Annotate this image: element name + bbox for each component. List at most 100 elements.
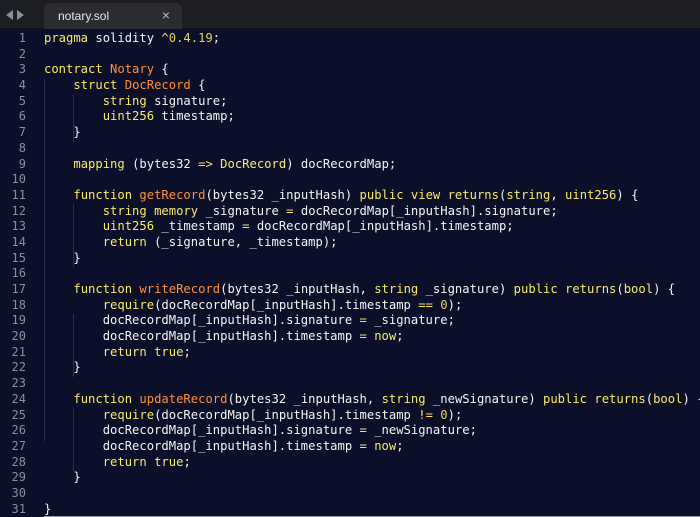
code-token: } xyxy=(44,470,81,485)
code-token: true xyxy=(154,454,184,469)
code-token: _signature) xyxy=(418,282,514,296)
code-line[interactable]: uint256 _timestamp = docRecordMap[_input… xyxy=(44,219,700,235)
code-line[interactable]: function getRecord(bytes32 _inputHash) p… xyxy=(44,188,700,204)
code-line[interactable]: function writeRecord(bytes32 _inputHash,… xyxy=(44,282,700,298)
line-number: 12 xyxy=(11,203,26,218)
line-number: 1 xyxy=(18,31,26,45)
line-number: 19 xyxy=(11,313,26,328)
code-line[interactable]: string memory _signature = docRecordMap[… xyxy=(44,204,700,220)
code-token: ( xyxy=(616,282,624,296)
code-token: uint256 xyxy=(102,109,155,124)
code-line[interactable]: pragma solidity ^0.4.19; xyxy=(44,31,700,47)
line-number: 2 xyxy=(18,46,26,61)
code-line[interactable]: function updateRecord(bytes32 _inputHash… xyxy=(44,392,700,408)
code-line[interactable]: } xyxy=(44,470,700,486)
code-line[interactable] xyxy=(44,172,700,188)
line-number: 11 xyxy=(11,187,26,202)
code-token: = xyxy=(286,203,294,218)
code-line[interactable]: } xyxy=(44,360,700,376)
code-token: docRecordMap[_inputHash].timestamp xyxy=(44,329,360,344)
code-token: updateRecord xyxy=(139,391,228,406)
code-token: != xyxy=(418,407,433,422)
code-token: now xyxy=(374,438,397,453)
code-line[interactable] xyxy=(44,47,700,63)
code-token: _newSignature) xyxy=(425,391,543,406)
code-line[interactable]: return (_signature, _timestamp); xyxy=(44,235,700,251)
code-token: ; xyxy=(212,31,221,45)
code-line[interactable]: contract Notary { xyxy=(44,62,700,78)
code-line[interactable] xyxy=(44,376,700,392)
code-line[interactable]: return true; xyxy=(44,455,700,471)
code-line[interactable] xyxy=(44,266,700,282)
code-line[interactable]: } xyxy=(44,251,700,267)
close-icon[interactable]: × xyxy=(162,7,170,23)
code-token: mapping xyxy=(73,156,125,171)
code-token: ; xyxy=(396,329,404,344)
line-number: 7 xyxy=(18,125,26,140)
code-token: docRecordMap[_inputHash].timestamp xyxy=(44,438,360,453)
line-number: 29 xyxy=(11,470,26,485)
code-token: { xyxy=(190,78,206,93)
tab-bar: notary.sol × xyxy=(0,0,700,29)
code-lines[interactable]: pragma solidity ^0.4.19; contract Notary … xyxy=(44,29,700,517)
code-token: bool xyxy=(653,391,683,406)
code-line[interactable]: require(docRecordMap[_inputHash].timesta… xyxy=(44,298,700,314)
code-token: ); xyxy=(447,407,463,422)
code-token: require xyxy=(102,297,155,312)
code-line[interactable]: } xyxy=(44,502,700,517)
code-line[interactable]: require(docRecordMap[_inputHash].timesta… xyxy=(44,408,700,424)
code-token: string xyxy=(506,187,551,202)
code-token: string xyxy=(374,282,419,296)
chevron-left-icon[interactable] xyxy=(6,10,13,20)
code-token: } xyxy=(44,250,81,265)
line-number: 26 xyxy=(11,423,26,438)
code-editor[interactable]: 1 2 3 4 5 6 7 8 9 10 11 12 13 14 15 16 17 18 19 20 21 22 23 24 2… xyxy=(0,29,700,516)
code-line[interactable]: docRecordMap[_inputHash].timestamp = now… xyxy=(44,329,700,345)
code-token: getRecord xyxy=(139,187,206,202)
code-token: (bytes32 _inputHash) xyxy=(205,187,360,202)
code-token: } xyxy=(44,360,81,375)
code-token: return xyxy=(102,454,147,469)
code-line[interactable] xyxy=(44,486,700,502)
code-line[interactable]: docRecordMap[_inputHash].signature = _ne… xyxy=(44,423,700,439)
chevron-right-icon[interactable] xyxy=(17,10,24,20)
code-line[interactable]: docRecordMap[_inputHash].signature = _si… xyxy=(44,313,700,329)
code-token: ; xyxy=(183,454,191,469)
code-token: now xyxy=(374,329,397,344)
code-token: (docRecordMap[_inputHash].timestamp xyxy=(154,407,419,422)
code-line[interactable] xyxy=(44,141,700,157)
code-line[interactable]: struct DocRecord { xyxy=(44,78,700,94)
code-token: ; xyxy=(396,438,404,453)
code-token: 0 xyxy=(440,407,448,422)
code-token: ; xyxy=(183,344,191,359)
code-token: contract xyxy=(44,62,103,77)
code-line[interactable]: mapping (bytes32 => DocRecord) docRecord… xyxy=(44,157,700,173)
code-token: function xyxy=(73,187,133,202)
code-token: DocRecord xyxy=(124,78,191,93)
code-token: uint256 xyxy=(102,219,155,234)
code-token: function xyxy=(73,282,133,296)
code-line[interactable]: return true; xyxy=(44,345,700,361)
code-token: true xyxy=(154,344,184,359)
code-token: struct xyxy=(73,78,118,93)
line-number: 24 xyxy=(11,391,26,406)
code-token: = xyxy=(359,438,367,453)
tab-notary-sol[interactable]: notary.sol × xyxy=(44,3,182,29)
code-token: == xyxy=(418,297,433,312)
code-token: function xyxy=(73,391,133,406)
code-line[interactable]: uint256 timestamp; xyxy=(44,109,700,125)
tab-navigation xyxy=(6,7,24,23)
line-numbers: 1 2 3 4 5 6 7 8 9 10 11 12 13 14 15 16 17 18 19 20 21 22 23 24 2… xyxy=(0,29,30,517)
code-line[interactable]: string signature; xyxy=(44,94,700,110)
code-line[interactable]: } xyxy=(44,125,700,141)
code-line[interactable]: docRecordMap[_inputHash].timestamp = now… xyxy=(44,439,700,455)
